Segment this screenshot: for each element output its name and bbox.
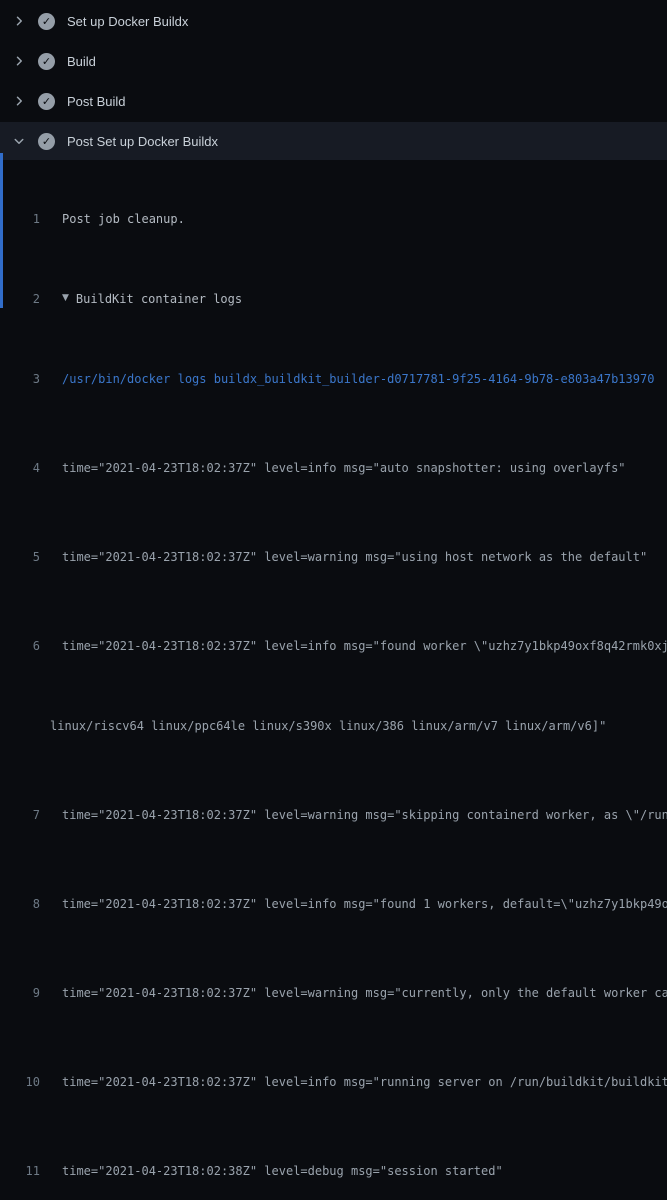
success-check-icon: ✓ xyxy=(38,53,55,70)
log-line-text: time="2021-04-23T18:02:38Z" level=debug … xyxy=(62,1161,503,1181)
line-number[interactable]: 2 xyxy=(0,289,40,309)
step-post-set-up-docker-buildx[interactable]: ✓ Post Set up Docker Buildx xyxy=(0,122,667,160)
log-line: 7 time="2021-04-23T18:02:37Z" level=warn… xyxy=(0,805,667,825)
log-line-text: linux/riscv64 linux/ppc64le linux/s390x … xyxy=(50,716,606,736)
line-number[interactable]: 5 xyxy=(0,547,40,567)
line-number[interactable]: 3 xyxy=(0,369,40,389)
chevron-right-icon xyxy=(13,15,25,27)
log-line-text[interactable]: BuildKit container logs xyxy=(76,289,242,309)
log-line: 3 /usr/bin/docker logs buildx_buildkit_b… xyxy=(0,369,667,389)
line-number[interactable] xyxy=(0,716,40,736)
line-number[interactable]: 6 xyxy=(0,636,40,656)
step-label: Build xyxy=(67,54,96,69)
step-list: ✓ Set up Docker Buildx ✓ Build ✓ Post Bu… xyxy=(0,0,667,160)
step-build[interactable]: ✓ Build xyxy=(0,42,667,80)
log-line: 9 time="2021-04-23T18:02:37Z" level=warn… xyxy=(0,983,667,1003)
scrollbar-thumb[interactable] xyxy=(0,153,3,308)
log-line: linux/riscv64 linux/ppc64le linux/s390x … xyxy=(0,716,667,736)
log-line: 5 time="2021-04-23T18:02:37Z" level=warn… xyxy=(0,547,667,567)
log-line-text: time="2021-04-23T18:02:37Z" level=warnin… xyxy=(62,547,647,567)
log-line-text: time="2021-04-23T18:02:37Z" level=warnin… xyxy=(62,805,667,825)
success-check-icon: ✓ xyxy=(38,93,55,110)
log-line-text: /usr/bin/docker logs buildx_buildkit_bui… xyxy=(62,369,654,389)
chevron-right-icon xyxy=(13,95,25,107)
line-number[interactable]: 10 xyxy=(0,1072,40,1092)
log-line-text: time="2021-04-23T18:02:37Z" level=info m… xyxy=(62,1072,667,1092)
log-line-text: time="2021-04-23T18:02:37Z" level=info m… xyxy=(62,894,667,914)
step-label: Post Set up Docker Buildx xyxy=(67,134,218,149)
line-number[interactable]: 7 xyxy=(0,805,40,825)
log-line-text: time="2021-04-23T18:02:37Z" level=info m… xyxy=(62,636,667,656)
step-post-build[interactable]: ✓ Post Build xyxy=(0,82,667,120)
log-line-text: time="2021-04-23T18:02:37Z" level=warnin… xyxy=(62,983,667,1003)
log-line-text: Post job cleanup. xyxy=(62,209,185,229)
step-label: Post Build xyxy=(67,94,126,109)
log-line: 8 time="2021-04-23T18:02:37Z" level=info… xyxy=(0,894,667,914)
line-number[interactable]: 9 xyxy=(0,983,40,1003)
log-line: 2 ▼ BuildKit container logs xyxy=(0,289,667,309)
line-number[interactable]: 8 xyxy=(0,894,40,914)
log-area: 1 Post job cleanup. 2 ▼ BuildKit containe… xyxy=(0,169,667,1200)
line-number[interactable]: 4 xyxy=(0,458,40,478)
log-line: 11 time="2021-04-23T18:02:38Z" level=deb… xyxy=(0,1161,667,1181)
collapse-triangle-icon[interactable]: ▼ xyxy=(62,289,69,308)
actions-log-viewer: { "steps": [ {"label": "Set up Docker Bu… xyxy=(0,0,667,600)
log-line-text: time="2021-04-23T18:02:37Z" level=info m… xyxy=(62,458,626,478)
success-check-icon: ✓ xyxy=(38,13,55,30)
log-line: 6 time="2021-04-23T18:02:37Z" level=info… xyxy=(0,636,667,656)
step-label: Set up Docker Buildx xyxy=(67,14,188,29)
step-set-up-docker-buildx[interactable]: ✓ Set up Docker Buildx xyxy=(0,2,667,40)
success-check-icon: ✓ xyxy=(38,133,55,150)
log-line: 1 Post job cleanup. xyxy=(0,209,667,229)
log-line: 4 time="2021-04-23T18:02:37Z" level=info… xyxy=(0,458,667,478)
line-number[interactable]: 11 xyxy=(0,1161,40,1181)
log-line: 10 time="2021-04-23T18:02:37Z" level=inf… xyxy=(0,1072,667,1092)
line-number[interactable]: 1 xyxy=(0,209,40,229)
chevron-right-icon xyxy=(13,55,25,67)
chevron-down-icon xyxy=(13,135,25,147)
